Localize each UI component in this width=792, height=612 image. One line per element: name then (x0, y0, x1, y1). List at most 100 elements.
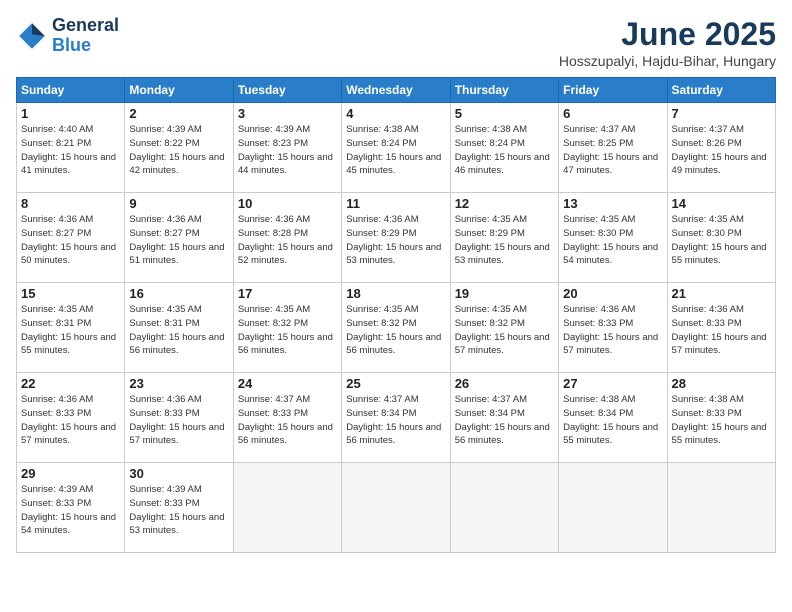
table-row: 25Sunrise: 4:37 AMSunset: 8:34 PMDayligh… (342, 373, 450, 463)
calendar-subtitle: Hosszupalyi, Hajdu-Bihar, Hungary (559, 53, 776, 69)
table-row: 2Sunrise: 4:39 AMSunset: 8:22 PMDaylight… (125, 103, 233, 193)
day-number: 3 (238, 106, 337, 121)
day-number: 2 (129, 106, 228, 121)
day-detail: Sunrise: 4:37 AMSunset: 8:34 PMDaylight:… (455, 393, 554, 448)
day-detail: Sunrise: 4:35 AMSunset: 8:32 PMDaylight:… (238, 303, 337, 358)
day-number: 5 (455, 106, 554, 121)
table-row: 29 Sunrise: 4:39 AMSunset: 8:33 PMDayligh… (17, 463, 125, 553)
day-number: 16 (129, 286, 228, 301)
header: General Blue June 2025 Hosszupalyi, Hajd… (16, 16, 776, 69)
table-row: 7Sunrise: 4:37 AMSunset: 8:26 PMDaylight… (667, 103, 775, 193)
day-detail: Sunrise: 4:35 AMSunset: 8:29 PMDaylight:… (455, 213, 554, 268)
table-row: 26 Sunrise: 4:37 AMSunset: 8:34 PMDayligh… (450, 373, 558, 463)
day-detail: Sunrise: 4:35 AMSunset: 8:30 PMDaylight:… (563, 213, 662, 268)
day-number: 1 (21, 106, 120, 121)
logo-line1: General (52, 16, 119, 36)
table-row: 10Sunrise: 4:36 AMSunset: 8:28 PMDayligh… (233, 193, 341, 283)
col-friday: Friday (559, 78, 667, 103)
day-detail: Sunrise: 4:36 AMSunset: 8:33 PMDaylight:… (129, 393, 228, 448)
day-number: 6 (563, 106, 662, 121)
table-row: 4 Sunrise: 4:38 AMSunset: 8:24 PMDaylight… (342, 103, 450, 193)
logo: General Blue (16, 16, 119, 56)
day-detail: Sunrise: 4:36 AMSunset: 8:28 PMDaylight:… (238, 213, 337, 268)
col-saturday: Saturday (667, 78, 775, 103)
table-row: 1 Sunrise: 4:40 AMSunset: 8:21 PMDaylight… (17, 103, 125, 193)
day-number: 23 (129, 376, 228, 391)
calendar-title: June 2025 (559, 16, 776, 53)
table-row: 9 Sunrise: 4:36 AMSunset: 8:27 PMDaylight… (125, 193, 233, 283)
table-row: 3Sunrise: 4:39 AMSunset: 8:23 PMDaylight… (233, 103, 341, 193)
table-row: 21 Sunrise: 4:36 AMSunset: 8:33 PMDayligh… (667, 283, 775, 373)
day-number: 28 (672, 376, 771, 391)
title-area: June 2025 Hosszupalyi, Hajdu-Bihar, Hung… (559, 16, 776, 69)
day-number: 30 (129, 466, 228, 481)
table-row: 16 Sunrise: 4:35 AMSunset: 8:31 PMDayligh… (125, 283, 233, 373)
table-row (450, 463, 558, 553)
day-detail: Sunrise: 4:40 AMSunset: 8:21 PMDaylight:… (21, 123, 120, 178)
table-row: 19 Sunrise: 4:35 AMSunset: 8:32 PMDayligh… (450, 283, 558, 373)
day-detail: Sunrise: 4:36 AMSunset: 8:27 PMDaylight:… (21, 213, 120, 268)
day-detail: Sunrise: 4:37 AMSunset: 8:33 PMDaylight:… (238, 393, 337, 448)
table-row: 14 Sunrise: 4:35 AMSunset: 8:30 PMDayligh… (667, 193, 775, 283)
day-detail: Sunrise: 4:39 AMSunset: 8:33 PMDaylight:… (129, 483, 228, 538)
day-number: 26 (455, 376, 554, 391)
table-row: 5 Sunrise: 4:38 AMSunset: 8:24 PMDaylight… (450, 103, 558, 193)
col-thursday: Thursday (450, 78, 558, 103)
col-monday: Monday (125, 78, 233, 103)
table-row: 20Sunrise: 4:36 AMSunset: 8:33 PMDayligh… (559, 283, 667, 373)
col-tuesday: Tuesday (233, 78, 341, 103)
calendar-week-row: 8Sunrise: 4:36 AMSunset: 8:27 PMDaylight… (17, 193, 776, 283)
table-row: 18 Sunrise: 4:35 AMSunset: 8:32 PMDayligh… (342, 283, 450, 373)
day-number: 18 (346, 286, 445, 301)
day-detail: Sunrise: 4:39 AMSunset: 8:33 PMDaylight:… (21, 483, 120, 538)
table-row: 23 Sunrise: 4:36 AMSunset: 8:33 PMDayligh… (125, 373, 233, 463)
day-detail: Sunrise: 4:35 AMSunset: 8:32 PMDaylight:… (455, 303, 554, 358)
table-row: 24Sunrise: 4:37 AMSunset: 8:33 PMDayligh… (233, 373, 341, 463)
day-detail: Sunrise: 4:36 AMSunset: 8:33 PMDaylight:… (21, 393, 120, 448)
table-row (233, 463, 341, 553)
calendar-week-row: 22Sunrise: 4:36 AMSunset: 8:33 PMDayligh… (17, 373, 776, 463)
col-wednesday: Wednesday (342, 78, 450, 103)
day-detail: Sunrise: 4:38 AMSunset: 8:33 PMDaylight:… (672, 393, 771, 448)
calendar-table: Sunday Monday Tuesday Wednesday Thursday… (16, 77, 776, 553)
calendar-week-row: 29 Sunrise: 4:39 AMSunset: 8:33 PMDayligh… (17, 463, 776, 553)
table-row: 13 Sunrise: 4:35 AMSunset: 8:30 PMDayligh… (559, 193, 667, 283)
day-detail: Sunrise: 4:35 AMSunset: 8:30 PMDaylight:… (672, 213, 771, 268)
day-detail: Sunrise: 4:36 AMSunset: 8:29 PMDaylight:… (346, 213, 445, 268)
day-detail: Sunrise: 4:35 AMSunset: 8:32 PMDaylight:… (346, 303, 445, 358)
logo-icon (16, 20, 48, 52)
day-detail: Sunrise: 4:35 AMSunset: 8:31 PMDaylight:… (21, 303, 120, 358)
col-sunday: Sunday (17, 78, 125, 103)
day-detail: Sunrise: 4:37 AMSunset: 8:26 PMDaylight:… (672, 123, 771, 178)
days-header-row: Sunday Monday Tuesday Wednesday Thursday… (17, 78, 776, 103)
table-row: 11Sunrise: 4:36 AMSunset: 8:29 PMDayligh… (342, 193, 450, 283)
table-row: 28 Sunrise: 4:38 AMSunset: 8:33 PMDayligh… (667, 373, 775, 463)
day-detail: Sunrise: 4:37 AMSunset: 8:25 PMDaylight:… (563, 123, 662, 178)
day-number: 14 (672, 196, 771, 211)
table-row: 15Sunrise: 4:35 AMSunset: 8:31 PMDayligh… (17, 283, 125, 373)
day-number: 21 (672, 286, 771, 301)
day-number: 27 (563, 376, 662, 391)
table-row (342, 463, 450, 553)
table-row: 12 Sunrise: 4:35 AMSunset: 8:29 PMDayligh… (450, 193, 558, 283)
day-detail: Sunrise: 4:38 AMSunset: 8:24 PMDaylight:… (346, 123, 445, 178)
day-number: 13 (563, 196, 662, 211)
day-number: 19 (455, 286, 554, 301)
table-row: 6 Sunrise: 4:37 AMSunset: 8:25 PMDaylight… (559, 103, 667, 193)
day-detail: Sunrise: 4:36 AMSunset: 8:27 PMDaylight:… (129, 213, 228, 268)
day-number: 9 (129, 196, 228, 211)
table-row (667, 463, 775, 553)
day-number: 29 (21, 466, 120, 481)
table-row: 22Sunrise: 4:36 AMSunset: 8:33 PMDayligh… (17, 373, 125, 463)
day-detail: Sunrise: 4:36 AMSunset: 8:33 PMDaylight:… (672, 303, 771, 358)
day-number: 12 (455, 196, 554, 211)
day-detail: Sunrise: 4:37 AMSunset: 8:34 PMDaylight:… (346, 393, 445, 448)
day-detail: Sunrise: 4:35 AMSunset: 8:31 PMDaylight:… (129, 303, 228, 358)
calendar-week-row: 1 Sunrise: 4:40 AMSunset: 8:21 PMDaylight… (17, 103, 776, 193)
calendar-week-row: 15Sunrise: 4:35 AMSunset: 8:31 PMDayligh… (17, 283, 776, 373)
table-row: 8Sunrise: 4:36 AMSunset: 8:27 PMDaylight… (17, 193, 125, 283)
table-row: 27Sunrise: 4:38 AMSunset: 8:34 PMDayligh… (559, 373, 667, 463)
day-detail: Sunrise: 4:38 AMSunset: 8:24 PMDaylight:… (455, 123, 554, 178)
day-detail: Sunrise: 4:36 AMSunset: 8:33 PMDaylight:… (563, 303, 662, 358)
day-number: 4 (346, 106, 445, 121)
